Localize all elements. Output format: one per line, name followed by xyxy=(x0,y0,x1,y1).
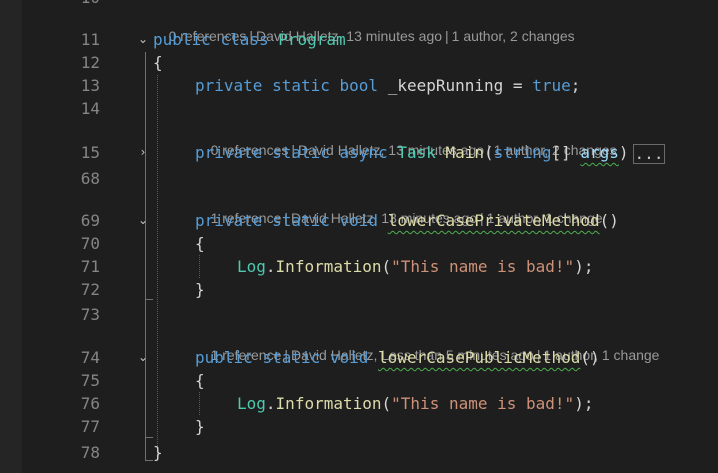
codelens-program-class[interactable]: 0 references | David Halletz, 13 minutes a… xyxy=(153,6,575,44)
line-number: 71 xyxy=(80,257,100,276)
codelens-public-method[interactable]: 1 reference | David Halletz, Less than 5 m… xyxy=(195,325,660,363)
code-line-73: 73 xyxy=(0,303,718,326)
line-number: 13 xyxy=(80,76,100,95)
line-number: 78 xyxy=(80,443,100,462)
code-line-68: 68 xyxy=(0,167,718,190)
code-line-14: 14 xyxy=(0,97,718,120)
code-line-75: 75 { xyxy=(0,369,718,392)
code-line-71: 71 Log.Information("This name is bad!"); xyxy=(0,255,718,278)
code-text: private static async Task Main(string[] … xyxy=(195,143,666,164)
code-line-70: 70 { xyxy=(0,232,718,255)
code-text: } xyxy=(195,417,205,436)
code-line-78: 78 } xyxy=(0,441,718,464)
line-number: 68 xyxy=(80,169,100,188)
code-text: public static void lowerCasePublicMethod… xyxy=(195,348,600,367)
line-number: 77 xyxy=(80,417,100,436)
code-text: } xyxy=(195,280,205,299)
code-text: { xyxy=(195,371,205,390)
fold-expanded-icon[interactable]: ⌄ xyxy=(136,346,150,369)
code-line-77: 77 } xyxy=(0,415,718,438)
fold-expanded-icon[interactable]: ⌄ xyxy=(136,28,150,51)
collapsed-region-button[interactable]: ... xyxy=(632,143,666,164)
code-line-72: 72 } xyxy=(0,278,718,301)
line-number: 75 xyxy=(80,371,100,390)
code-text: { xyxy=(195,234,205,253)
fold-collapsed-icon[interactable]: › xyxy=(136,141,150,164)
line-number: 70 xyxy=(80,234,100,253)
line-number: 73 xyxy=(80,305,100,324)
line-number: 74 xyxy=(80,348,100,367)
code-text: Log.Information("This name is bad!"); xyxy=(237,257,594,276)
code-text: { xyxy=(153,53,163,72)
line-number: 15 xyxy=(80,143,100,162)
code-line-13: 13 private static bool _keepRunning = tr… xyxy=(0,74,718,97)
code-line-11: 11 ⌄ public class Program xyxy=(0,28,718,51)
code-editor[interactable]: 10 0 references|David Halletz, 13 minute… xyxy=(0,0,718,473)
code-line-12: 12 { xyxy=(0,51,718,74)
code-line-15: 15 › private static async Task Main(stri… xyxy=(0,141,718,164)
code-line-76: 76 Log.Information("This name is bad!"); xyxy=(0,392,718,415)
line-number: 69 xyxy=(80,211,100,230)
codelens-main-method[interactable]: 0 references | David Halletz, 13 minutes a… xyxy=(195,120,617,158)
line-number: 72 xyxy=(80,280,100,299)
code-text: private static void lowerCasePrivateMeth… xyxy=(195,211,619,230)
fold-expanded-icon[interactable]: ⌄ xyxy=(136,209,150,232)
line-number: 76 xyxy=(80,394,100,413)
codelens-private-method[interactable]: 1 reference | David Halletz, 13 minutes ag… xyxy=(195,188,603,226)
code-text: } xyxy=(153,443,163,462)
line-number: 12 xyxy=(80,53,100,72)
line-number: 14 xyxy=(80,99,100,118)
code-text: private static bool _keepRunning = true; xyxy=(195,76,581,95)
code-line-69: 69 ⌄ private static void lowerCasePrivat… xyxy=(0,209,718,232)
code-line-74: 74 ⌄ public static void lowerCasePublicM… xyxy=(0,346,718,369)
code-text: public class Program xyxy=(153,30,346,49)
line-number: 11 xyxy=(80,30,100,49)
code-text: Log.Information("This name is bad!"); xyxy=(237,394,594,413)
line-number: 10 xyxy=(40,0,100,9)
